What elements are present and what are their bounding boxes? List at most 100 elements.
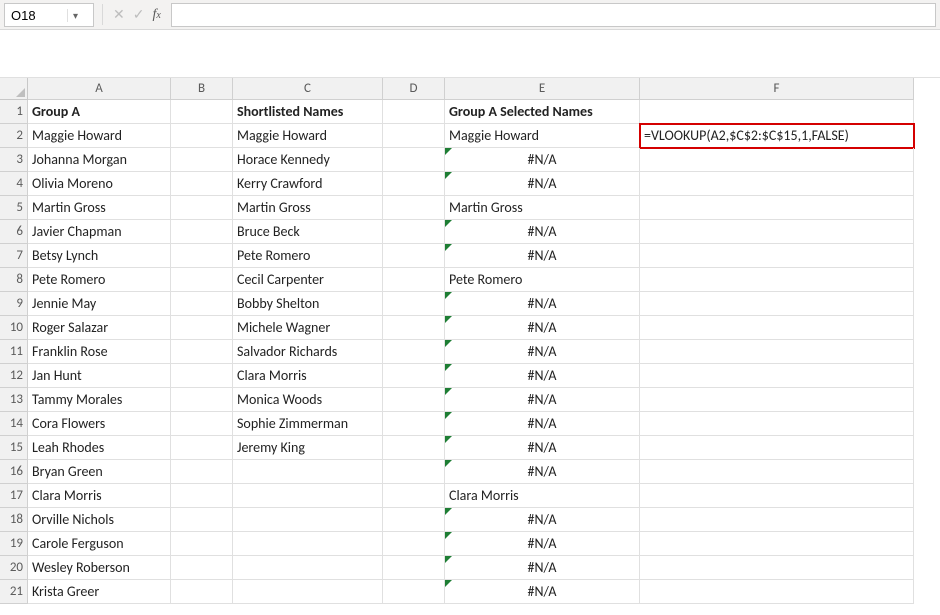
col-header[interactable]: E — [445, 78, 640, 100]
cell[interactable] — [640, 436, 914, 460]
row-header[interactable]: 7 — [0, 244, 28, 268]
cell[interactable]: #N/A — [445, 388, 640, 412]
row-header[interactable]: 9 — [0, 292, 28, 316]
cell[interactable] — [383, 100, 445, 124]
cell[interactable]: Franklin Rose — [28, 340, 171, 364]
cell[interactable]: #N/A — [445, 508, 640, 532]
cell[interactable]: #N/A — [445, 556, 640, 580]
cell[interactable]: Pete Romero — [233, 244, 383, 268]
cell[interactable]: Jennie May — [28, 292, 171, 316]
cell[interactable] — [640, 388, 914, 412]
col-header[interactable]: C — [233, 78, 383, 100]
cell[interactable]: Martin Gross — [28, 196, 171, 220]
cell[interactable] — [171, 580, 233, 604]
cell[interactable] — [383, 340, 445, 364]
cell[interactable] — [640, 484, 914, 508]
cell[interactable] — [233, 460, 383, 484]
cell[interactable] — [383, 220, 445, 244]
cell[interactable]: Michele Wagner — [233, 316, 383, 340]
cell[interactable]: Clara Morris — [233, 364, 383, 388]
row-header[interactable]: 1 — [0, 100, 28, 124]
col-header[interactable]: A — [28, 78, 171, 100]
cell[interactable]: #N/A — [445, 412, 640, 436]
cell[interactable] — [171, 436, 233, 460]
cell[interactable]: Pete Romero — [445, 268, 640, 292]
cell[interactable]: #N/A — [445, 580, 640, 604]
row-header[interactable]: 21 — [0, 580, 28, 604]
cell[interactable] — [383, 508, 445, 532]
cell[interactable]: Maggie Howard — [28, 124, 171, 148]
cell[interactable] — [640, 268, 914, 292]
cell[interactable]: Pete Romero — [28, 268, 171, 292]
cell[interactable] — [171, 268, 233, 292]
cell[interactable] — [171, 460, 233, 484]
row-header[interactable]: 15 — [0, 436, 28, 460]
cell[interactable]: Bruce Beck — [233, 220, 383, 244]
cell[interactable]: Jan Hunt — [28, 364, 171, 388]
cell[interactable] — [171, 412, 233, 436]
cell[interactable]: #N/A — [445, 340, 640, 364]
cell[interactable] — [640, 292, 914, 316]
name-box[interactable]: ▾ — [4, 3, 94, 27]
cell[interactable] — [233, 580, 383, 604]
cell[interactable] — [640, 460, 914, 484]
cell[interactable] — [171, 244, 233, 268]
cell[interactable] — [640, 196, 914, 220]
cell[interactable] — [383, 556, 445, 580]
cell[interactable] — [171, 172, 233, 196]
cell[interactable] — [640, 364, 914, 388]
cell[interactable]: #N/A — [445, 364, 640, 388]
cell[interactable]: #N/A — [445, 316, 640, 340]
cell[interactable] — [171, 100, 233, 124]
name-box-dropdown[interactable]: ▾ — [67, 9, 83, 22]
cell[interactable] — [233, 556, 383, 580]
cell[interactable]: Orville Nichols — [28, 508, 171, 532]
cell[interactable] — [233, 484, 383, 508]
cell[interactable] — [640, 172, 914, 196]
cell[interactable]: #N/A — [445, 436, 640, 460]
select-all-corner[interactable] — [0, 78, 28, 100]
cell[interactable] — [383, 388, 445, 412]
cell[interactable] — [171, 340, 233, 364]
cell[interactable] — [383, 292, 445, 316]
cell[interactable] — [383, 436, 445, 460]
cell[interactable] — [383, 196, 445, 220]
cell[interactable] — [171, 316, 233, 340]
row-header[interactable]: 17 — [0, 484, 28, 508]
formula-bar-input[interactable] — [172, 4, 935, 26]
cell[interactable]: #N/A — [445, 532, 640, 556]
cell[interactable] — [383, 412, 445, 436]
cell[interactable]: Clara Morris — [445, 484, 640, 508]
cell[interactable] — [171, 220, 233, 244]
cell[interactable]: Maggie Howard — [445, 124, 640, 148]
cell[interactable]: Horace Kennedy — [233, 148, 383, 172]
cell[interactable] — [171, 556, 233, 580]
cell[interactable] — [171, 196, 233, 220]
cell[interactable]: Wesley Roberson — [28, 556, 171, 580]
cell[interactable]: Javier Chapman — [28, 220, 171, 244]
cell[interactable] — [383, 580, 445, 604]
cell[interactable]: Cecil Carpenter — [233, 268, 383, 292]
cell[interactable]: Johanna Morgan — [28, 148, 171, 172]
cell[interactable] — [640, 340, 914, 364]
cell[interactable]: #N/A — [445, 460, 640, 484]
cell[interactable] — [640, 508, 914, 532]
col-header[interactable]: D — [383, 78, 445, 100]
cell[interactable]: Carole Ferguson — [28, 532, 171, 556]
cell[interactable] — [640, 556, 914, 580]
row-header[interactable]: 12 — [0, 364, 28, 388]
cell[interactable]: Group A — [28, 100, 171, 124]
cell[interactable] — [640, 220, 914, 244]
cell[interactable]: Betsy Lynch — [28, 244, 171, 268]
cell[interactable] — [171, 364, 233, 388]
cell[interactable]: Salvador Richards — [233, 340, 383, 364]
row-header[interactable]: 10 — [0, 316, 28, 340]
cell[interactable]: Roger Salazar — [28, 316, 171, 340]
cancel-icon[interactable]: ✕ — [113, 6, 125, 23]
cell[interactable] — [171, 292, 233, 316]
cell[interactable] — [233, 532, 383, 556]
cell[interactable] — [640, 244, 914, 268]
cell[interactable]: #N/A — [445, 292, 640, 316]
row-header[interactable]: 13 — [0, 388, 28, 412]
cell[interactable]: Olivia Moreno — [28, 172, 171, 196]
